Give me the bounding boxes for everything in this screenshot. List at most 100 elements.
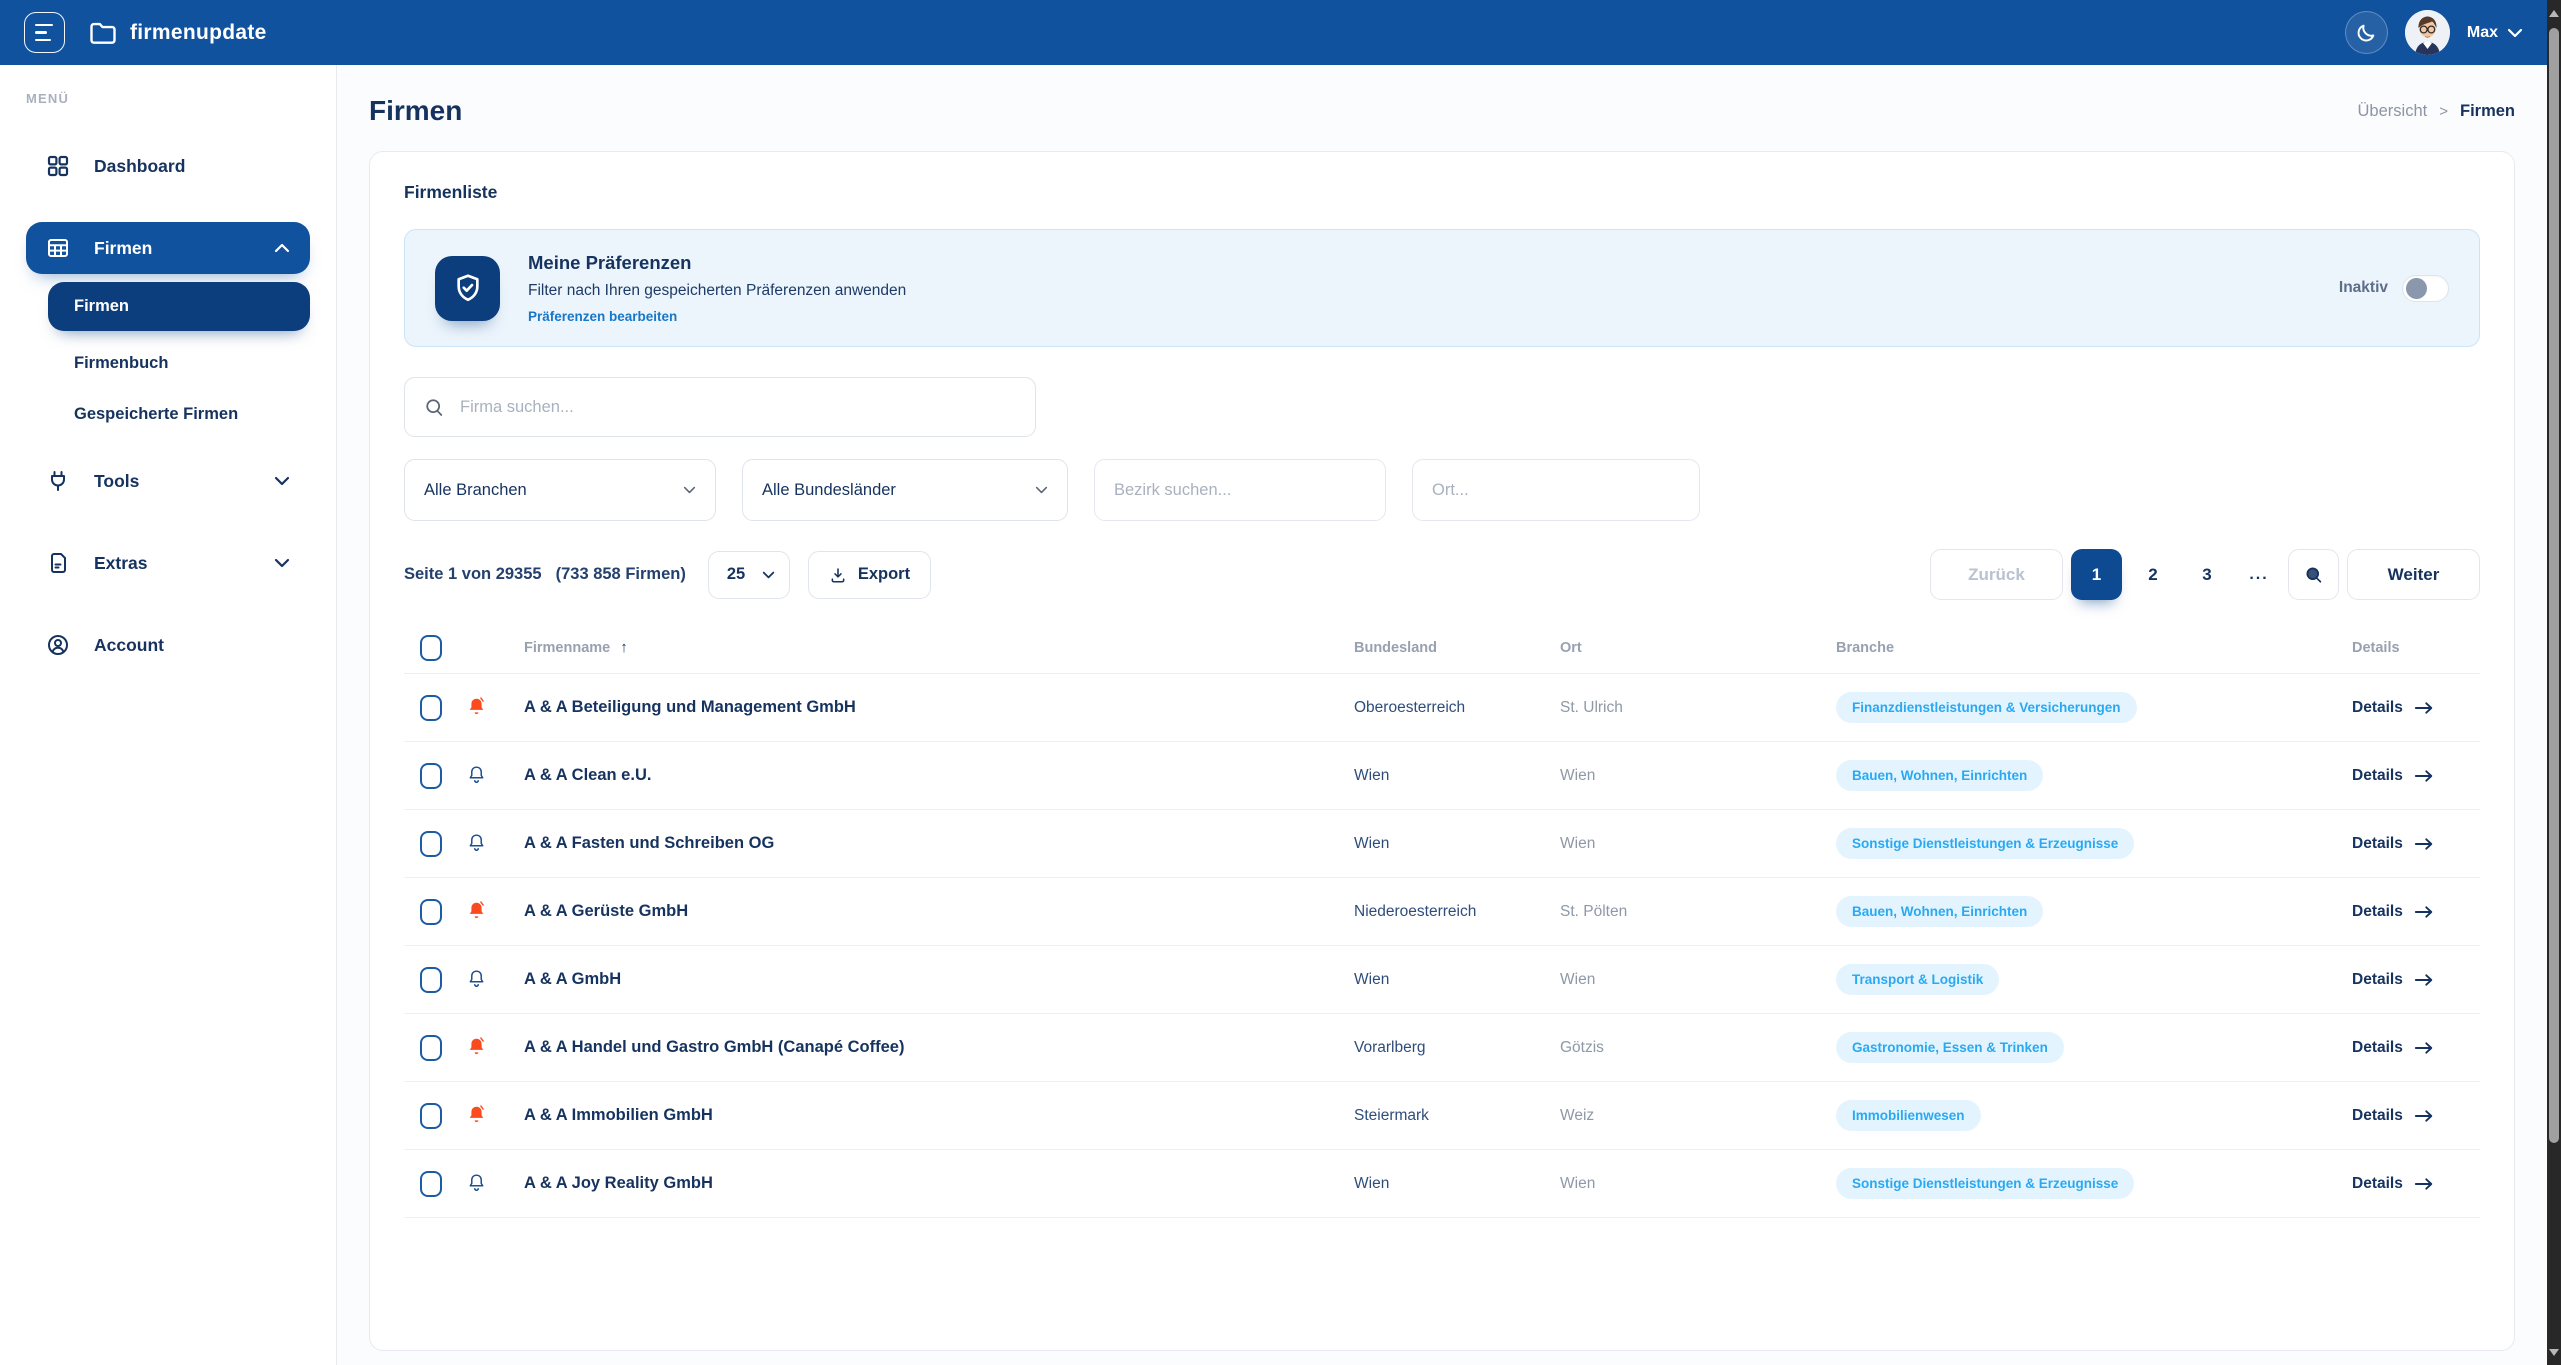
sort-ascending-icon[interactable]: ↑ <box>620 639 628 656</box>
column-header-firmenname[interactable]: Firmenname <box>524 640 610 656</box>
sidebar-item-dashboard[interactable]: Dashboard <box>26 140 310 192</box>
branche-badge[interactable]: Sonstige Dienstleistungen & Erzeugnisse <box>1836 1168 2134 1199</box>
row-checkbox[interactable] <box>420 763 442 789</box>
table-row: A & A Beteiligung und Management GmbH Ob… <box>404 674 2480 742</box>
scrollbar-up-arrow[interactable] <box>2547 2 2561 24</box>
details-link[interactable]: Details <box>2352 767 2480 785</box>
bell-icon[interactable] <box>466 832 487 855</box>
scrollbar-down-arrow[interactable] <box>2547 1341 2561 1363</box>
sidebar-subitem-firmenbuch[interactable]: Firmenbuch <box>48 339 310 388</box>
branche-badge[interactable]: Immobilienwesen <box>1836 1100 1981 1131</box>
sidebar-item-firmen[interactable]: Firmen <box>26 222 310 274</box>
dark-mode-toggle-button[interactable] <box>2345 11 2388 54</box>
magnifier-icon <box>2304 565 2324 585</box>
company-name[interactable]: A & A Gerüste GmbH <box>524 902 1354 921</box>
alert-bell-icon[interactable] <box>466 1036 487 1059</box>
company-name[interactable]: A & A Joy Reality GmbH <box>524 1174 1354 1193</box>
page-scrollbar[interactable] <box>2547 0 2561 1365</box>
branche-badge[interactable]: Bauen, Wohnen, Einrichten <box>1836 896 2043 927</box>
pagination-search-button[interactable] <box>2288 549 2339 600</box>
preferences-toggle[interactable] <box>2402 275 2449 302</box>
company-name[interactable]: A & A Immobilien GmbH <box>524 1106 1354 1125</box>
branch-filter-select[interactable]: Alle Branchen <box>404 459 716 521</box>
user-menu[interactable]: Max <box>2467 24 2523 42</box>
menu-toggle-button[interactable] <box>24 12 65 53</box>
details-link[interactable]: Details <box>2352 1107 2480 1125</box>
sidebar-item-extras[interactable]: Extras <box>26 537 310 589</box>
user-avatar[interactable] <box>2405 10 2450 55</box>
pagination-page-2[interactable]: 2 <box>2130 549 2176 600</box>
details-link[interactable]: Details <box>2352 903 2480 921</box>
company-bundesland: Wien <box>1354 1175 1560 1193</box>
breadcrumb-parent[interactable]: Übersicht <box>2358 102 2428 121</box>
company-bundesland: Oberoesterreich <box>1354 699 1560 717</box>
pagination-page-1[interactable]: 1 <box>2071 549 2122 600</box>
select-all-checkbox[interactable] <box>420 635 442 661</box>
bell-icon[interactable] <box>466 1172 487 1195</box>
company-name[interactable]: A & A Clean e.U. <box>524 766 1354 785</box>
company-bundesland: Wien <box>1354 767 1560 785</box>
column-header-branche[interactable]: Branche <box>1836 640 2352 656</box>
state-filter-select[interactable]: Alle Bundesländer <box>742 459 1068 521</box>
alert-bell-icon[interactable] <box>466 1104 487 1127</box>
card-title: Firmenliste <box>404 182 2480 203</box>
sidebar-subitem-label: Firmen <box>74 297 129 315</box>
sidebar-menu-label: MENÜ <box>26 91 310 106</box>
preferences-panel: Meine Präferenzen Filter nach Ihren gesp… <box>404 229 2480 347</box>
sidebar-item-label: Tools <box>94 471 139 492</box>
export-label: Export <box>858 565 910 584</box>
pagination-prev-button[interactable]: Zurück <box>1930 549 2063 600</box>
row-checkbox[interactable] <box>420 899 442 925</box>
row-checkbox[interactable] <box>420 1171 442 1197</box>
details-label: Details <box>2352 971 2403 989</box>
company-name[interactable]: A & A GmbH <box>524 970 1354 989</box>
details-link[interactable]: Details <box>2352 1039 2480 1057</box>
branche-badge[interactable]: Transport & Logistik <box>1836 964 1999 995</box>
branche-badge[interactable]: Finanzdienstleistungen & Versicherungen <box>1836 692 2137 723</box>
bell-icon[interactable] <box>466 968 487 991</box>
details-label: Details <box>2352 1039 2403 1057</box>
row-checkbox[interactable] <box>420 831 442 857</box>
branche-badge[interactable]: Gastronomie, Essen & Trinken <box>1836 1032 2064 1063</box>
alert-bell-icon[interactable] <box>466 900 487 923</box>
column-header-details: Details <box>2352 640 2480 656</box>
branche-badge[interactable]: Bauen, Wohnen, Einrichten <box>1836 760 2043 791</box>
plug-icon <box>46 469 70 493</box>
sidebar: MENÜ Dashboard <box>0 65 337 1365</box>
city-filter-input[interactable]: Ort... <box>1412 459 1700 521</box>
toggle-knob <box>2406 278 2427 299</box>
sidebar-item-tools[interactable]: Tools <box>26 455 310 507</box>
row-checkbox[interactable] <box>420 695 442 721</box>
company-search-input[interactable] <box>460 398 1016 417</box>
sidebar-subitem-label: Firmenbuch <box>74 354 168 372</box>
row-checkbox[interactable] <box>420 967 442 993</box>
pagination-next-button[interactable]: Weiter <box>2347 549 2480 600</box>
company-name[interactable]: A & A Fasten und Schreiben OG <box>524 834 1354 853</box>
sidebar-subitem-firmen[interactable]: Firmen <box>48 282 310 331</box>
export-button[interactable]: Export <box>808 551 931 599</box>
table-row: A & A Gerüste GmbH Niederoesterreich St.… <box>404 878 2480 946</box>
branche-badge[interactable]: Sonstige Dienstleistungen & Erzeugnisse <box>1836 828 2134 859</box>
brand[interactable]: firmenupdate <box>89 21 267 45</box>
company-name[interactable]: A & A Beteiligung und Management GmbH <box>524 698 1354 717</box>
details-link[interactable]: Details <box>2352 1175 2480 1193</box>
alert-bell-icon[interactable] <box>466 696 487 719</box>
page-size-select[interactable]: 25 <box>708 551 790 599</box>
scrollbar-thumb[interactable] <box>2549 28 2559 1143</box>
details-link[interactable]: Details <box>2352 835 2480 853</box>
company-ort: Wien <box>1560 971 1836 989</box>
sidebar-item-account[interactable]: Account <box>26 619 310 671</box>
preferences-edit-link[interactable]: Präferenzen bearbeiten <box>528 309 906 324</box>
column-header-ort[interactable]: Ort <box>1560 640 1836 656</box>
row-checkbox[interactable] <box>420 1035 442 1061</box>
pagination-page-3[interactable]: 3 <box>2184 549 2230 600</box>
bell-icon[interactable] <box>466 764 487 787</box>
sidebar-subitem-gespeicherte-firmen[interactable]: Gespeicherte Firmen <box>48 390 310 439</box>
column-header-bundesland[interactable]: Bundesland <box>1354 640 1560 656</box>
row-checkbox[interactable] <box>420 1103 442 1129</box>
details-link[interactable]: Details <box>2352 971 2480 989</box>
district-filter-input[interactable]: Bezirk suchen... <box>1094 459 1386 521</box>
company-name[interactable]: A & A Handel und Gastro GmbH (Canapé Cof… <box>524 1038 1354 1057</box>
company-bundesland: Wien <box>1354 971 1560 989</box>
details-link[interactable]: Details <box>2352 699 2480 717</box>
